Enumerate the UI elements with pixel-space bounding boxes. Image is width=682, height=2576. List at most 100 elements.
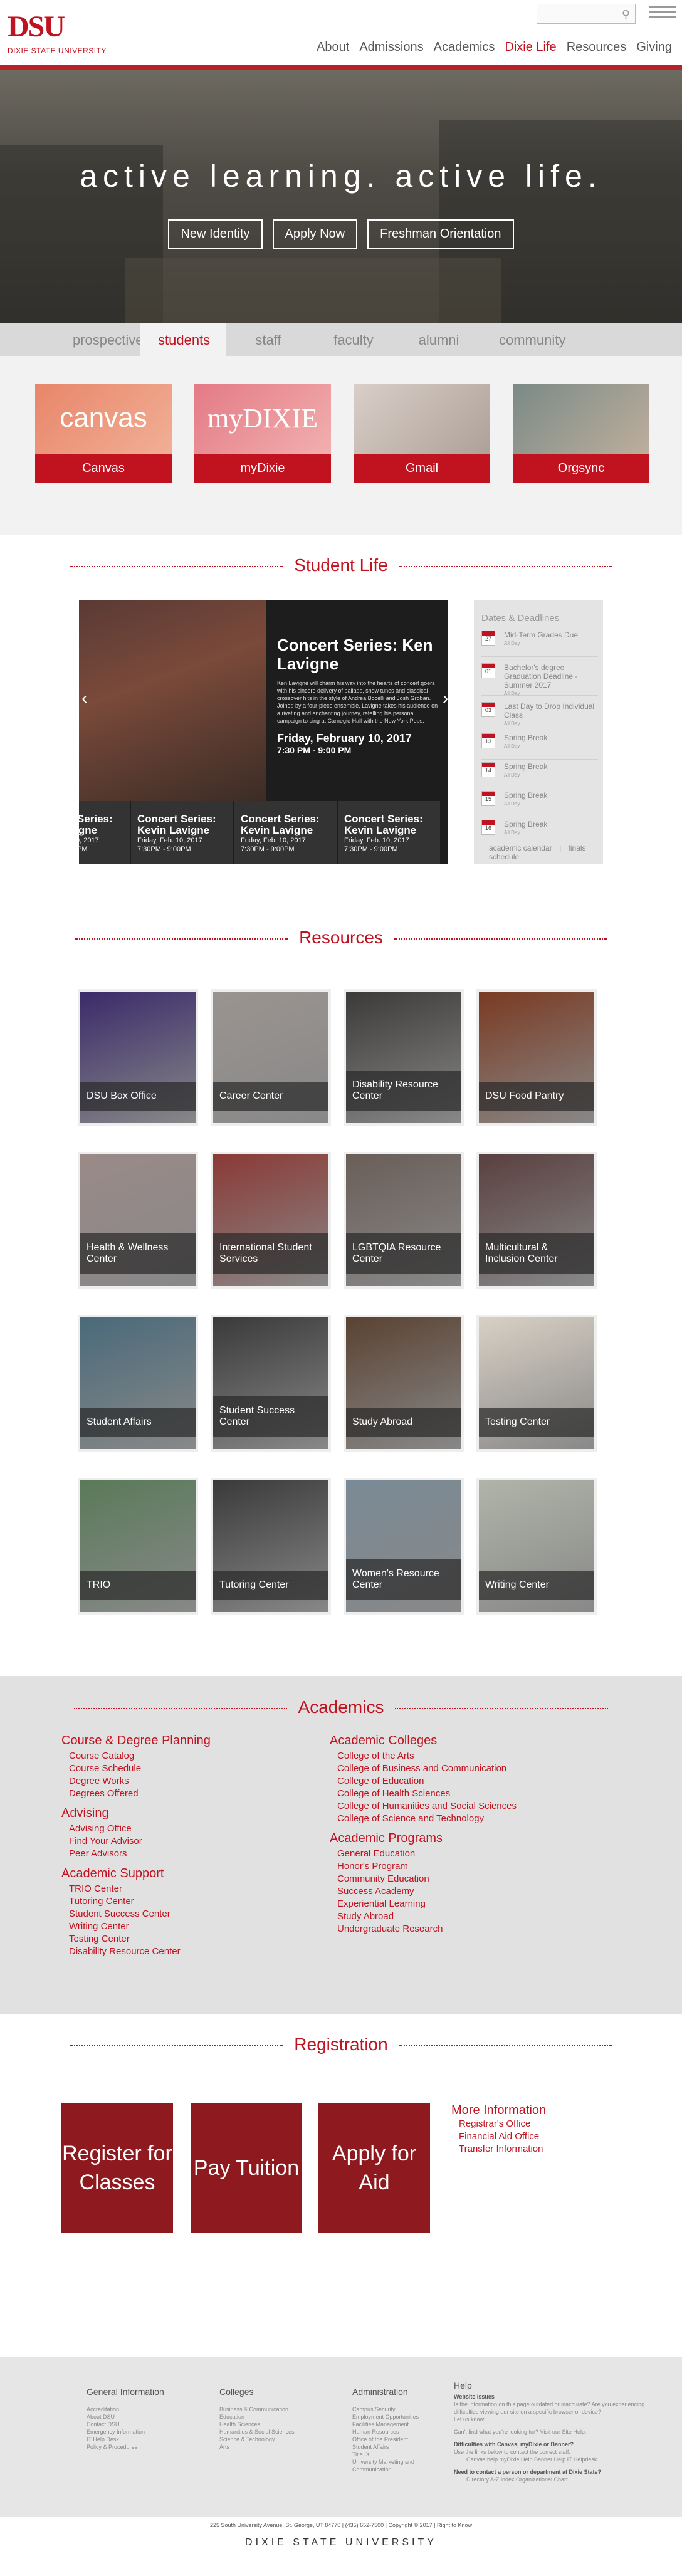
apply-for-aid-button[interactable]: Apply for Aid — [318, 2103, 430, 2233]
academics-link[interactable]: College of Business and Communication — [337, 1762, 517, 1775]
resource-tile[interactable]: Disability Resource Center — [344, 989, 464, 1126]
dsu-logo[interactable]: DSU — [8, 12, 65, 42]
deadline-item[interactable]: 27 Mid-Term Grades Due All Day — [481, 629, 598, 657]
academics-link[interactable]: Study Abroad — [337, 1910, 443, 1923]
academic-calendar-link[interactable]: academic calendar — [489, 844, 552, 852]
academics-link[interactable]: College of the Arts — [337, 1750, 517, 1762]
menu-icon[interactable] — [649, 4, 676, 23]
academics-heading: Advising — [61, 1806, 109, 1820]
mydixie-tile[interactable]: myDIXIE myDixie — [194, 384, 331, 483]
resource-tile-label: Study Abroad — [346, 1408, 461, 1437]
nav-giving[interactable]: Giving — [631, 40, 677, 55]
tab-alumni[interactable]: alumni — [396, 323, 481, 356]
tab-prospective[interactable]: prospective — [55, 323, 144, 356]
deadline-item[interactable]: 13 Spring Break All Day — [481, 732, 598, 760]
academics-link[interactable]: Peer Advisors — [69, 1848, 142, 1860]
academics-link[interactable]: Honor's Program — [337, 1860, 443, 1873]
resource-tile[interactable]: Career Center — [211, 989, 331, 1126]
resource-tile[interactable]: Women's Resource Center — [344, 1478, 464, 1615]
header-divider — [0, 65, 682, 70]
resource-tile[interactable]: Testing Center — [476, 1315, 597, 1452]
deadline-item[interactable]: 14 Spring Break All Day — [481, 761, 598, 788]
deadline-item[interactable]: 15 Spring Break All Day — [481, 790, 598, 817]
transfer-info-link[interactable]: Transfer Information — [459, 2143, 546, 2155]
resource-tile[interactable]: International Student Services — [211, 1152, 331, 1289]
resource-tile-label: Disability Resource Center — [346, 1071, 461, 1111]
event-thumb[interactable]: Concert Series: Kevin Lavigne Friday, Feb… — [338, 801, 441, 864]
academics-link[interactable]: General Education — [337, 1848, 443, 1860]
event-thumb[interactable]: Concert Series: Kevin Lavigne Friday, Feb… — [131, 801, 234, 864]
resource-tile-label: Writing Center — [479, 1571, 594, 1600]
academics-link[interactable]: Testing Center — [69, 1933, 181, 1945]
mydixie-logo: myDIXIE — [207, 403, 318, 434]
resource-tile[interactable]: Writing Center — [476, 1478, 597, 1615]
gmail-tile[interactable]: Gmail — [354, 384, 490, 483]
academics-link[interactable]: College of Science and Technology — [337, 1813, 517, 1825]
academics-link[interactable]: College of Humanities and Social Science… — [337, 1800, 517, 1813]
academics-link[interactable]: Disability Resource Center — [69, 1945, 181, 1958]
resource-tile[interactable]: Study Abroad — [344, 1315, 464, 1452]
resource-tile[interactable]: DSU Box Office — [78, 989, 198, 1126]
academics-link[interactable]: College of Health Sciences — [337, 1788, 517, 1800]
pay-tuition-button[interactable]: Pay Tuition — [191, 2103, 302, 2233]
academics-link[interactable]: Writing Center — [69, 1920, 181, 1933]
resource-tile[interactable]: LGBTQIA Resource Center — [344, 1152, 464, 1289]
tab-community[interactable]: community — [481, 323, 567, 356]
freshman-orientation-button[interactable]: Freshman Orientation — [367, 219, 514, 249]
registrars-office-link[interactable]: Registrar's Office — [459, 2118, 546, 2130]
academics-link[interactable]: TRIO Center — [69, 1883, 181, 1895]
deadline-item[interactable]: 03 Last Day to Drop Individual Class All D… — [481, 701, 598, 728]
resource-tile[interactable]: Tutoring Center — [211, 1478, 331, 1615]
academics-link[interactable]: Community Education — [337, 1873, 443, 1885]
financial-aid-link[interactable]: Financial Aid Office — [459, 2130, 546, 2143]
more-information: More Information Registrar's Office Fina… — [451, 2103, 546, 2155]
footer-bar: 225 South University Avenue, St. George,… — [0, 2517, 682, 2576]
chevron-left-icon[interactable]: ‹ — [81, 688, 87, 708]
event-thumb[interactable]: Concert Series: Ken LavigneFriday, Feb. … — [79, 801, 131, 864]
dates-deadlines-panel: Dates & Deadlines 27 Mid-Term Grades Due A… — [474, 600, 603, 864]
nav-resources[interactable]: Resources — [562, 40, 632, 55]
academics-link[interactable]: Success Academy — [337, 1885, 443, 1898]
academics-link[interactable]: Experiential Learning — [337, 1898, 443, 1910]
nav-academics[interactable]: Academics — [429, 40, 500, 55]
deadline-item[interactable]: 01 Bachelor's degree Graduation Deadline … — [481, 662, 598, 696]
register-for-classes-button[interactable]: Register for Classes — [61, 2103, 173, 2233]
canvas-tile[interactable]: canvas Canvas — [35, 384, 172, 483]
resource-tile[interactable]: Health & Wellness Center — [78, 1152, 198, 1289]
academics-heading: Academic Programs — [330, 1831, 443, 1845]
academics-link[interactable]: Degree Works — [69, 1775, 141, 1788]
deadline-item[interactable]: 16 Spring Break All Day — [481, 819, 598, 846]
tab-faculty[interactable]: faculty — [311, 323, 396, 356]
orgsync-tile[interactable]: Orgsync — [513, 384, 649, 483]
tab-staff[interactable]: staff — [226, 323, 311, 356]
footer-wordmark: DIXIE STATE UNIVERSITY — [245, 2537, 437, 2548]
academics-link[interactable]: Tutoring Center — [69, 1895, 181, 1908]
event-title[interactable]: Concert Series: Ken Lavigne — [277, 636, 440, 673]
academics-link[interactable]: Course Catalog — [69, 1750, 141, 1762]
academics-link[interactable]: Undergraduate Research — [337, 1923, 443, 1935]
academics-link[interactable]: Degrees Offered — [69, 1788, 141, 1800]
search-icon[interactable]: ⚲ — [622, 8, 630, 21]
new-identity-button[interactable]: New Identity — [168, 219, 263, 249]
nav-admissions[interactable]: Admissions — [354, 40, 428, 55]
academics-link[interactable]: Student Success Center — [69, 1908, 181, 1920]
resource-tile[interactable]: TRIO — [78, 1478, 198, 1615]
academics-link[interactable]: Advising Office — [69, 1823, 142, 1835]
resource-tile[interactable]: Multicultural & Inclusion Center — [476, 1152, 597, 1289]
quick-links: canvas Canvas myDIXIE myDixie Gmail Orgs… — [0, 356, 682, 535]
resource-tile[interactable]: Student Success Center — [211, 1315, 331, 1452]
resource-tile-label: Tutoring Center — [213, 1571, 328, 1600]
event-thumb[interactable]: Concert Series: Kevin Lavigne Friday, Feb… — [234, 801, 338, 864]
tile-label: Canvas — [35, 454, 172, 483]
chevron-right-icon[interactable]: › — [443, 688, 448, 708]
nav-dixie-life[interactable]: Dixie Life — [500, 40, 561, 55]
resource-tile[interactable]: Student Affairs — [78, 1315, 198, 1452]
academics-link[interactable]: Course Schedule — [69, 1762, 141, 1775]
apply-now-button[interactable]: Apply Now — [272, 219, 358, 249]
resource-tile[interactable]: DSU Food Pantry — [476, 989, 597, 1126]
search-input[interactable]: ⚲ — [537, 4, 636, 24]
nav-about[interactable]: About — [312, 40, 354, 55]
academics-link[interactable]: Find Your Advisor — [69, 1835, 142, 1848]
tab-students[interactable]: students — [140, 323, 226, 356]
academics-link[interactable]: College of Education — [337, 1775, 517, 1788]
